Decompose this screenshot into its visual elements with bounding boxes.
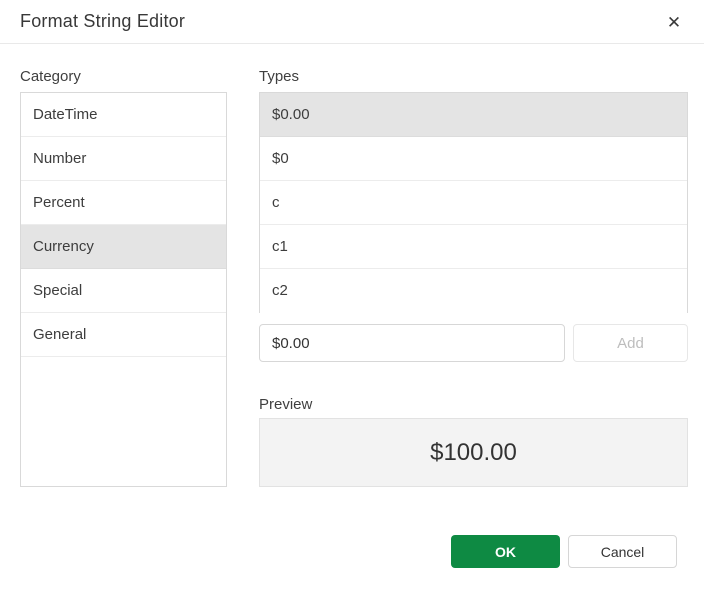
preview-label: Preview xyxy=(259,396,313,413)
types-label: Types xyxy=(259,68,300,85)
type-item-c1[interactable]: c1 xyxy=(260,225,687,269)
type-item-c[interactable]: c xyxy=(260,181,687,225)
category-item-number[interactable]: Number xyxy=(21,137,226,181)
preview-box: $100.00 xyxy=(259,418,688,487)
type-item-c2[interactable]: c2 xyxy=(260,269,687,313)
category-item-percent[interactable]: Percent xyxy=(21,181,226,225)
dialog-header: Format String Editor ✕ xyxy=(0,0,704,44)
category-item-datetime[interactable]: DateTime xyxy=(21,93,226,137)
category-label: Category xyxy=(20,68,81,85)
types-list: $0.00 $0 c c1 c2 xyxy=(259,92,688,313)
category-list: DateTime Number Percent Currency Special… xyxy=(20,92,227,487)
category-item-currency[interactable]: Currency xyxy=(21,225,226,269)
cancel-button[interactable]: Cancel xyxy=(568,535,677,568)
type-item-dollar-0[interactable]: $0 xyxy=(260,137,687,181)
category-item-special[interactable]: Special xyxy=(21,269,226,313)
format-string-input[interactable] xyxy=(259,324,565,362)
preview-value: $100.00 xyxy=(430,438,517,466)
add-button[interactable]: Add xyxy=(573,324,688,362)
dialog-title: Format String Editor xyxy=(20,11,186,31)
format-string-editor-dialog: Format String Editor ✕ Category DateTime… xyxy=(0,0,704,591)
category-item-general[interactable]: General xyxy=(21,313,226,357)
ok-button[interactable]: OK xyxy=(451,535,560,568)
type-item-dollar-0-00[interactable]: $0.00 xyxy=(260,93,687,137)
close-icon[interactable]: ✕ xyxy=(652,0,696,44)
